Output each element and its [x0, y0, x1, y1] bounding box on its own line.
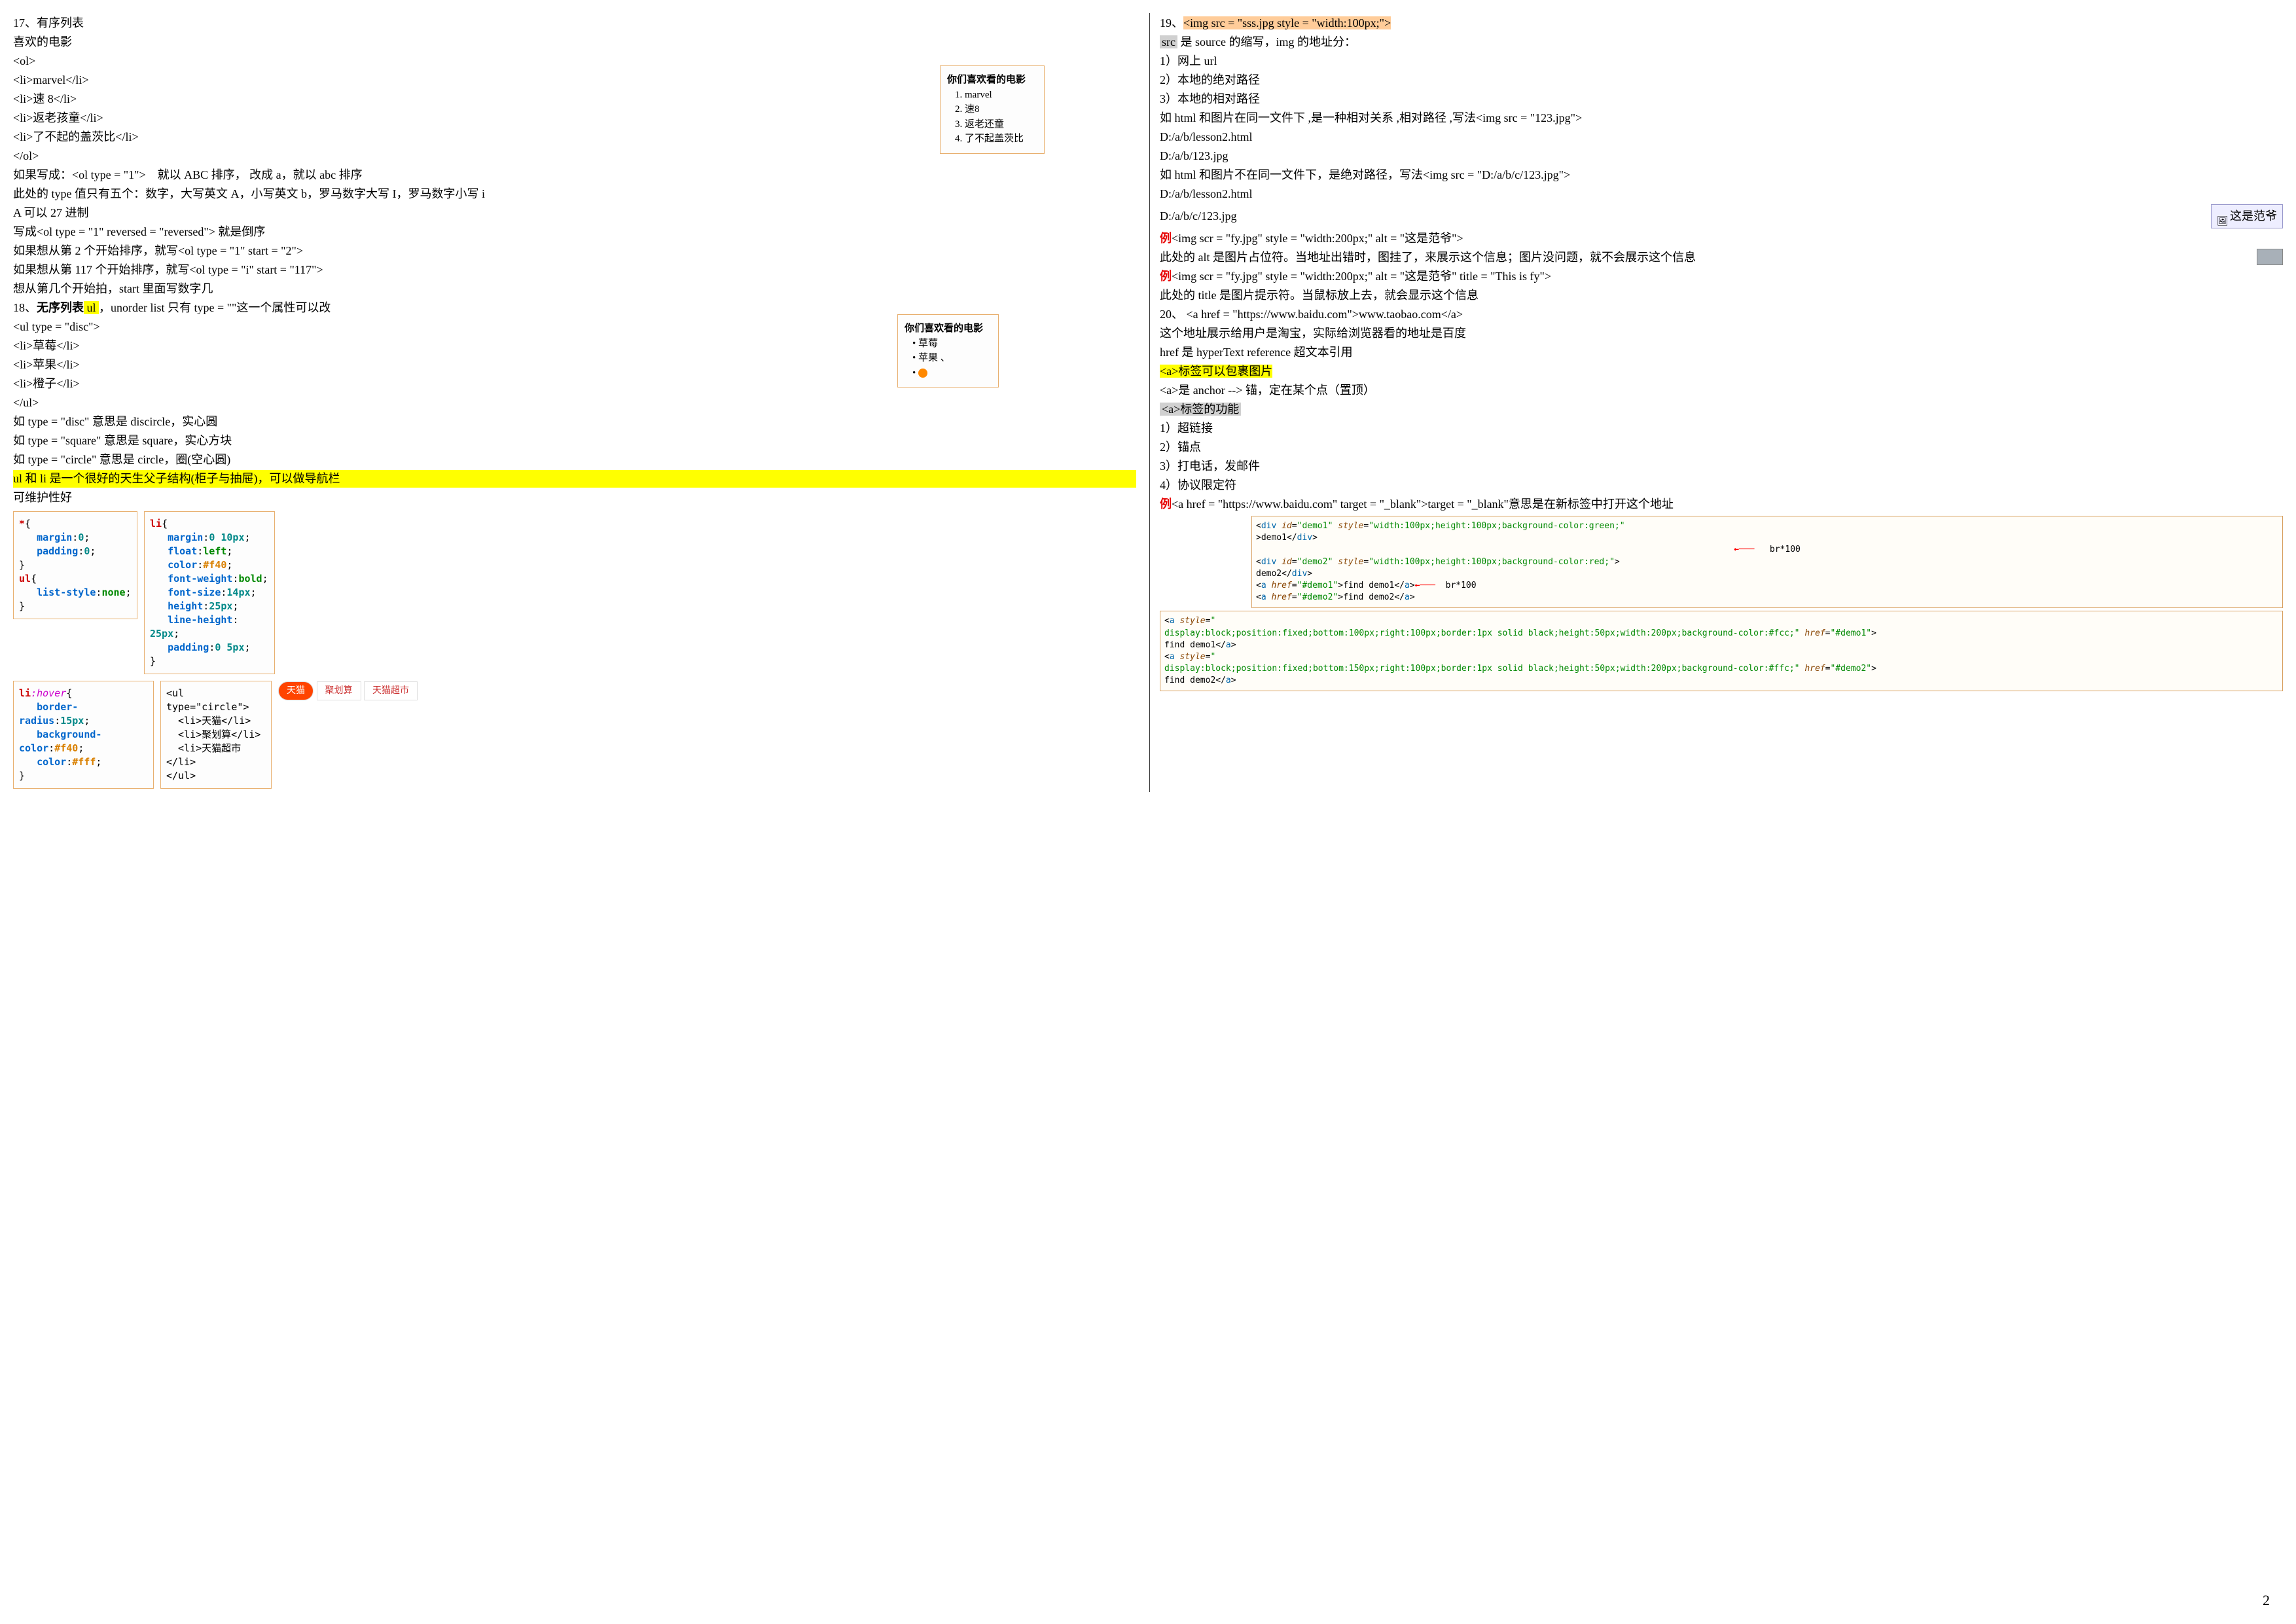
text-line: <a>标签的功能 [1160, 401, 2283, 418]
html-code-box: <ul type="circle"> <li>天猫</li> <li>聚划算</… [160, 681, 272, 789]
text-line: A 可以 27 进制 [13, 204, 1136, 222]
text-line: 如 type = "disc" 意思是 discircle，实心圆 [13, 413, 1136, 431]
text-line: 写成<ol type = "1" reversed = "reversed"> … [13, 223, 1136, 241]
css-code-box-2: li{ margin:0 10px; float:left; color:#f4… [144, 511, 275, 674]
menu-item: 聚划算 [317, 681, 361, 700]
text-line: 如果想从第 117 个开始排序，就写<ol type = "i" start =… [13, 261, 1136, 279]
text-line: D:/a/b/123.jpg [1160, 147, 2283, 165]
text: <a> [1160, 365, 1178, 378]
right-column: 19、<img src = "sss.jpg style = "width:10… [1149, 13, 2283, 792]
text-highlight: <a>标签可以包裹图片 [1160, 365, 1272, 378]
text-line: D:/a/b/c/123.jpg 这是范爷 [1160, 204, 2283, 228]
text: 苹果 [918, 353, 938, 363]
text-highlight: <img src = "sss.jpg style = "width:100px… [1183, 16, 1391, 29]
text-line: 如 html 和图片在同一文件下 ,是一种相对关系 ,相对路径 ,写法<img … [1160, 109, 2283, 127]
text-line: 17、有序列表 [13, 14, 1136, 32]
html-syntax-box-1: <div id="demo1" style="width:100px;heigh… [1251, 516, 2283, 608]
text-line: 1）网上 url [1160, 52, 2283, 70]
text: ，unorder list 只有 type = ""这一个属性可以改 [99, 301, 331, 314]
text-line: 4）协议限定符 [1160, 477, 2283, 494]
text-line: 2）本地的绝对路径 [1160, 71, 2283, 89]
text-highlight: <a>标签的功能 [1160, 403, 1241, 416]
list-item: 4. 了不起盖茨比 [955, 132, 1037, 147]
example-ul-box: 你们喜欢看的电影 • 草莓 • 苹果 、 • [897, 314, 999, 388]
example-ol-box: 你们喜欢看的电影 1. marvel 2. 速8 3. 返老还童 4. 了不起盖… [940, 65, 1045, 154]
text-line: 例<a href = "https://www.baidu.com" targe… [1160, 496, 2283, 513]
broken-image-placeholder: 这是范爷 [2211, 204, 2283, 228]
left-column: 17、有序列表 喜欢的电影 <ol> <li>marvel</li> <li>速… [13, 13, 1136, 792]
text: <img scr = "fy.jpg" style = "width:200px… [1172, 232, 1463, 245]
css-code-box-3: li:hover{ border-radius:15px; background… [13, 681, 154, 789]
broken-image-icon [2217, 211, 2227, 222]
list-item: 3. 返老还童 [955, 117, 1037, 132]
page-number: 2 [2263, 1589, 2270, 1611]
text-line: 例<img scr = "fy.jpg" style = "width:200p… [1160, 268, 2283, 285]
text-highlight: ul 和 li 是一个很好的天生父子结构(柜子与抽屉)，可以做导航栏 [13, 470, 1136, 488]
text: 标签的功能 [1180, 403, 1239, 416]
text-line: 2）锚点 [1160, 439, 2283, 456]
text-line: 可维护性好 [13, 489, 1136, 507]
text-line: 想从第几个开始拍，start 里面写数字几 [13, 280, 1136, 298]
text: 18、 [13, 301, 37, 314]
text-highlight: src [1160, 35, 1177, 48]
text: 就以 ABC 排序， 改成 a，就以 abc 排序 [158, 168, 363, 181]
text-line: 例<img scr = "fy.jpg" style = "width:200p… [1160, 230, 2283, 247]
alt-text: 这是范爷 [2230, 208, 2277, 225]
text-line: <a>是 anchor --> 锚，定在某个点（置顶） [1160, 382, 2283, 399]
text-line: 3）本地的相对路径 [1160, 90, 2283, 108]
arrow-icon: ←─── [1734, 545, 1754, 554]
list-item: • [912, 366, 992, 381]
text-line: 如 type = "square" 意思是 square，实心方块 [13, 432, 1136, 450]
box-title: 你们喜欢看的电影 [947, 73, 1037, 88]
text-line: 此处的 alt 是图片占位符。当地址出错时，图挂了，来展示这个信息；图片没问题，… [1160, 249, 2283, 266]
text-line: 如 type = "circle" 意思是 circle，圈(空心圆) [13, 451, 1136, 469]
text-line: </ul> [13, 394, 1136, 412]
text: 如果写成：<ol type = "1"> [13, 168, 146, 181]
list-item: 1. marvel [955, 88, 1037, 103]
text-line: src 是 source 的缩写，img 的地址分： [1160, 33, 2283, 51]
box-title: 你们喜欢看的电影 [905, 321, 992, 336]
text-line: 如 html 和图片不在同一文件下，是绝对路径，写法<img src = "D:… [1160, 166, 2283, 184]
text-line: 1）超链接 [1160, 420, 2283, 437]
menu-item-active: 天猫 [278, 681, 314, 700]
text: 19、 [1160, 16, 1183, 29]
text: <img scr = "fy.jpg" style = "width:200px… [1172, 270, 1551, 283]
text-highlight: ul [84, 301, 99, 314]
text-line: 如果想从第 2 个开始排序，就写<ol type = "1" start = "… [13, 242, 1136, 260]
list-item: 2. 速8 [955, 102, 1037, 117]
text-line: 喜欢的电影 [13, 33, 1136, 51]
example-label: 例 [1160, 270, 1172, 283]
text-line: 此处的 title 是图片提示符。当鼠标放上去，就会显示这个信息 [1160, 287, 2283, 304]
text: <a> [1162, 403, 1180, 416]
text: <a href = "https://www.baidu.com" target… [1172, 497, 1674, 511]
example-label: 例 [1160, 497, 1172, 511]
text: 草莓 [918, 338, 938, 349]
css-code-box-1: *{ margin:0; padding:0; } ul{ list-style… [13, 511, 137, 619]
text: 是 source 的缩写，img 的地址分： [1177, 35, 1356, 48]
text: 标签可以包裹图片 [1178, 365, 1272, 378]
list-item: • 草莓 [912, 336, 992, 352]
text-line: D:/a/b/lesson2.html [1160, 185, 2283, 203]
text-line: 20、 <a href = "https://www.baidu.com">ww… [1160, 306, 2283, 323]
list-item: • 苹果 、 [912, 351, 992, 366]
text-line: 19、<img src = "sss.jpg style = "width:10… [1160, 14, 2283, 32]
thumbnail-image [2257, 249, 2283, 265]
text-bold: 无序列表 [37, 301, 84, 314]
menu-item: 天猫超市 [364, 681, 418, 700]
arrow-icon: ←─── [1415, 581, 1435, 590]
text: 此处的 alt 是图片占位符。当地址出错时，图挂了，来展示这个信息；图片没问题，… [1160, 249, 2257, 266]
text-line: href 是 hyperText reference 超文本引用 [1160, 344, 2283, 361]
menu-preview: 天猫 聚划算 天猫超市 [278, 681, 418, 700]
text-line: D:/a/b/lesson2.html [1160, 128, 2283, 146]
text: D:/a/b/c/123.jpg [1160, 208, 1236, 225]
example-label: 例 [1160, 232, 1172, 245]
orange-dot-icon [918, 369, 927, 378]
text-line: 3）打电话，发邮件 [1160, 458, 2283, 475]
text-line: 如果写成：<ol type = "1"> 就以 ABC 排序， 改成 a，就以 … [13, 166, 1136, 184]
text-line: 这个地址展示给用户是淘宝，实际给浏览器看的地址是百度 [1160, 325, 2283, 342]
html-syntax-box-2: <a style=" display:block;position:fixed;… [1160, 611, 2283, 691]
text-line: <a>标签可以包裹图片 [1160, 363, 2283, 380]
text-line: 此处的 type 值只有五个：数字，大写英文 A，小写英文 b，罗马数字大写 I… [13, 185, 1136, 203]
